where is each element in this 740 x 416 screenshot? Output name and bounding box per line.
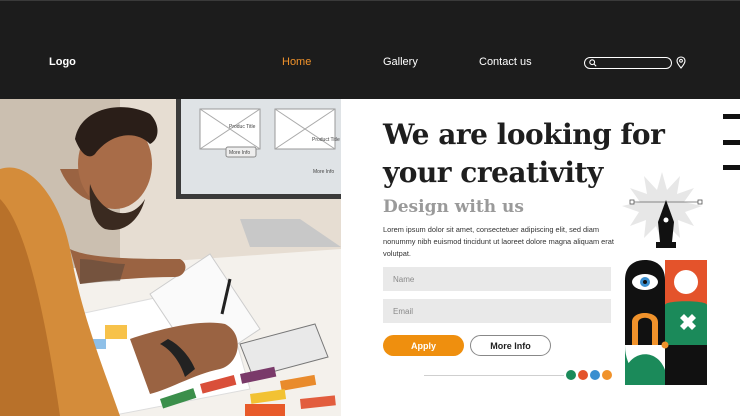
name-field[interactable] <box>383 267 611 291</box>
carousel-dot-3[interactable] <box>590 370 600 380</box>
nav-gallery[interactable]: Gallery <box>383 56 418 68</box>
more-info-button[interactable]: More Info <box>470 335 551 356</box>
nav-contact-us[interactable]: Contact us <box>479 56 532 68</box>
location-pin-icon[interactable] <box>676 56 686 69</box>
hero-photo: Produc Title Product Title More Info Mor… <box>0 99 341 416</box>
menu-bar <box>723 165 740 170</box>
headline-line-1: We are looking for <box>383 118 665 151</box>
search-icon <box>589 59 597 67</box>
divider-line <box>424 375 564 376</box>
subheading: Design with us <box>383 197 524 217</box>
carousel-dot-1[interactable] <box>566 370 576 380</box>
carousel-dot-2[interactable] <box>578 370 588 380</box>
menu-bar <box>723 140 740 145</box>
decorative-art <box>622 172 707 385</box>
menu-bar <box>723 114 740 119</box>
screen-label: More Info <box>313 169 334 175</box>
body-paragraph: Lorem ipsum dolor sit amet, consectetuer… <box>383 225 614 258</box>
site-header: Logo Home Gallery Contact us <box>0 0 740 99</box>
screen-label: Produc Title <box>229 124 256 130</box>
logo[interactable]: Logo <box>49 56 76 68</box>
nav-home[interactable]: Home <box>282 56 311 68</box>
screen-label: More Info <box>229 150 250 156</box>
screen-label: Product Title <box>312 137 340 143</box>
apply-button[interactable]: Apply <box>383 335 464 356</box>
search-input[interactable] <box>599 58 669 68</box>
email-field[interactable] <box>383 299 611 323</box>
search-box[interactable] <box>584 57 672 69</box>
carousel-dot-4[interactable] <box>602 370 612 380</box>
